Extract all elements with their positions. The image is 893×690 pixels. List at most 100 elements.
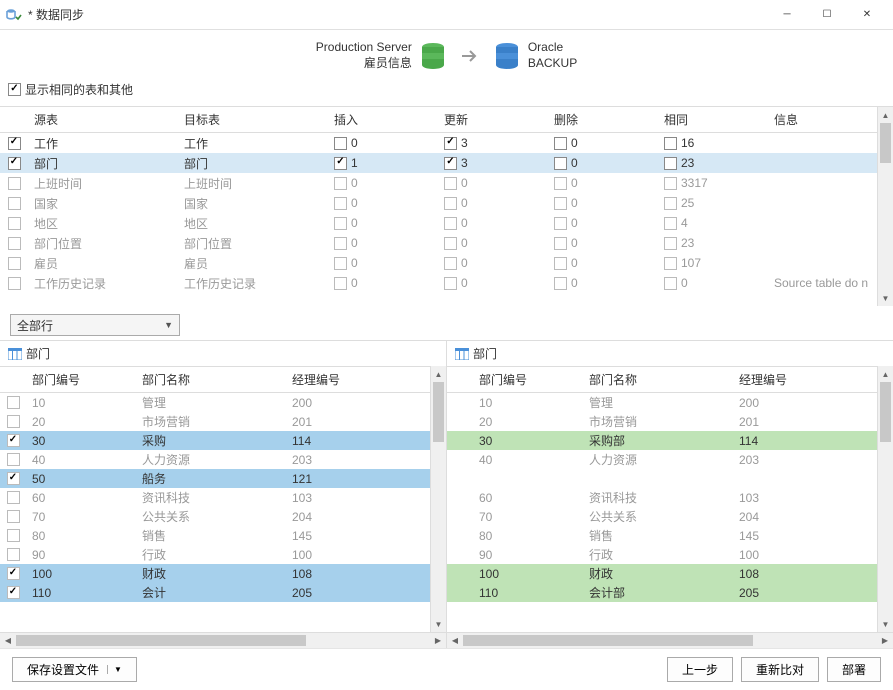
vertical-scrollbar[interactable]: ▲ ▼: [877, 366, 893, 632]
table-cell[interactable]: 资讯科技: [583, 488, 733, 507]
row-checkbox[interactable]: [664, 197, 677, 210]
table-cell[interactable]: 公共关系: [136, 507, 286, 526]
col-delete[interactable]: 删除: [548, 107, 658, 133]
row-checkbox[interactable]: [8, 177, 21, 190]
row-checkbox[interactable]: [554, 257, 567, 270]
show-same-checkbox[interactable]: [8, 83, 21, 96]
row-checkbox[interactable]: [7, 586, 20, 599]
table-cell[interactable]: 203: [286, 450, 446, 469]
minimize-button[interactable]: ─: [767, 1, 807, 29]
table-cell[interactable]: 145: [286, 526, 446, 545]
col-same[interactable]: 相同: [658, 107, 768, 133]
row-checkbox[interactable]: [8, 157, 21, 170]
table-cell[interactable]: 采购部: [583, 431, 733, 450]
table-cell[interactable]: 50: [26, 469, 136, 488]
row-checkbox[interactable]: [7, 510, 20, 523]
table-cell[interactable]: [447, 507, 473, 526]
col-mgr-no[interactable]: 经理编号: [286, 366, 446, 393]
table-cell[interactable]: 60: [26, 488, 136, 507]
row-checkbox[interactable]: [7, 472, 20, 485]
table-cell[interactable]: 114: [733, 431, 893, 450]
row-checkbox[interactable]: [334, 177, 347, 190]
table-cell[interactable]: [447, 488, 473, 507]
row-checkbox[interactable]: [334, 217, 347, 230]
row-checkbox[interactable]: [7, 453, 20, 466]
row-checkbox[interactable]: [7, 548, 20, 561]
table-cell[interactable]: 采购: [136, 431, 286, 450]
table-cell[interactable]: 管理: [583, 393, 733, 412]
table-cell[interactable]: 204: [733, 507, 893, 526]
row-checkbox[interactable]: [334, 197, 347, 210]
table-cell[interactable]: [447, 393, 473, 412]
table-cell[interactable]: 70: [473, 507, 583, 526]
table-cell[interactable]: [0, 393, 26, 412]
table-cell[interactable]: [0, 507, 26, 526]
close-button[interactable]: ✕: [847, 1, 887, 29]
table-cell[interactable]: [447, 431, 473, 450]
row-checkbox[interactable]: [8, 237, 21, 250]
row-checkbox[interactable]: [7, 396, 20, 409]
table-cell[interactable]: 201: [286, 412, 446, 431]
table-cell[interactable]: 会计: [136, 583, 286, 602]
row-checkbox[interactable]: [8, 257, 21, 270]
row-checkbox[interactable]: [334, 157, 347, 170]
table-cell[interactable]: 200: [733, 393, 893, 412]
table-cell[interactable]: 30: [473, 431, 583, 450]
table-cell[interactable]: [447, 583, 473, 602]
table-cell[interactable]: 90: [473, 545, 583, 564]
row-checkbox[interactable]: [444, 237, 457, 250]
table-cell[interactable]: 市场营销: [583, 412, 733, 431]
table-cell[interactable]: [0, 583, 26, 602]
table-cell[interactable]: [733, 469, 893, 488]
row-checkbox[interactable]: [7, 491, 20, 504]
table-cell[interactable]: 行政: [136, 545, 286, 564]
table-cell[interactable]: 110: [26, 583, 136, 602]
row-checkbox[interactable]: [444, 137, 457, 150]
vertical-scrollbar[interactable]: ▲ ▼: [430, 366, 446, 632]
table-cell[interactable]: [447, 526, 473, 545]
table-cell[interactable]: 财政: [583, 564, 733, 583]
row-checkbox[interactable]: [664, 277, 677, 290]
col-insert[interactable]: 插入: [328, 107, 438, 133]
table-cell[interactable]: 100: [733, 545, 893, 564]
vertical-scrollbar[interactable]: ▲ ▼: [877, 107, 893, 306]
table-cell[interactable]: 人力资源: [136, 450, 286, 469]
row-checkbox[interactable]: [8, 137, 21, 150]
col-info[interactable]: 信息: [768, 107, 893, 133]
row-checkbox[interactable]: [664, 157, 677, 170]
row-checkbox[interactable]: [554, 177, 567, 190]
col-dept-no[interactable]: 部门编号: [26, 366, 136, 393]
table-cell[interactable]: 20: [473, 412, 583, 431]
table-cell[interactable]: [0, 412, 26, 431]
table-cell[interactable]: 205: [733, 583, 893, 602]
table-cell[interactable]: 108: [286, 564, 446, 583]
table-cell[interactable]: [0, 564, 26, 583]
table-cell[interactable]: [0, 488, 26, 507]
table-cell[interactable]: 100: [26, 564, 136, 583]
col-dept-no[interactable]: 部门编号: [473, 366, 583, 393]
table-cell[interactable]: 销售: [136, 526, 286, 545]
table-cell[interactable]: [447, 469, 473, 488]
row-checkbox[interactable]: [8, 277, 21, 290]
col-update[interactable]: 更新: [438, 107, 548, 133]
table-cell[interactable]: 60: [473, 488, 583, 507]
col-mgr-no[interactable]: 经理编号: [733, 366, 893, 393]
table-cell[interactable]: [0, 431, 26, 450]
deploy-button[interactable]: 部署: [827, 657, 881, 682]
row-checkbox[interactable]: [554, 197, 567, 210]
table-cell[interactable]: 30: [26, 431, 136, 450]
table-cell[interactable]: 销售: [583, 526, 733, 545]
table-cell[interactable]: 80: [473, 526, 583, 545]
table-cell[interactable]: 资讯科技: [136, 488, 286, 507]
row-checkbox[interactable]: [664, 137, 677, 150]
table-cell[interactable]: 人力资源: [583, 450, 733, 469]
table-cell[interactable]: 100: [473, 564, 583, 583]
prev-button[interactable]: 上一步: [667, 657, 733, 682]
col-target[interactable]: 目标表: [178, 107, 328, 133]
table-cell[interactable]: 203: [733, 450, 893, 469]
row-checkbox[interactable]: [7, 434, 20, 447]
row-checkbox[interactable]: [664, 257, 677, 270]
save-settings-button[interactable]: 保存设置文件▼: [12, 657, 137, 682]
col-source[interactable]: 源表: [28, 107, 178, 133]
table-cell[interactable]: [447, 412, 473, 431]
